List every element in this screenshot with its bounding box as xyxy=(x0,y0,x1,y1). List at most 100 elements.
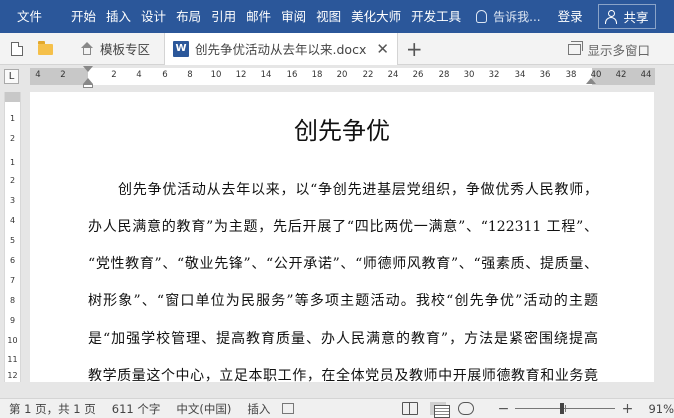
menu-review[interactable]: 审阅 xyxy=(276,0,311,33)
show-multi-window-button[interactable]: 显示多窗口 xyxy=(568,33,650,65)
ruler-number: 2 xyxy=(60,70,66,80)
ruler-number: 28 xyxy=(438,70,450,80)
ruler-number: 10 xyxy=(210,70,222,80)
multi-window-icon xyxy=(568,40,584,55)
document-tab-bar: 模板专区 W 创先争优活动从去年以来.docx ✕ + 显示多窗口 xyxy=(0,32,674,65)
vertical-ruler-number: 3 xyxy=(9,196,16,205)
word-count[interactable]: 611 个字 xyxy=(104,401,169,417)
menu-layout[interactable]: 布局 xyxy=(171,0,206,33)
vertical-ruler-number: 4 xyxy=(9,216,16,225)
ruler-number: 42 xyxy=(615,70,627,80)
paragraph-line: “党性教育”、“敬业先锋”、“公开承诺”、“师德师风教育”、“强素质、提质量、 xyxy=(88,256,598,272)
ruler-number: 16 xyxy=(286,70,298,80)
zoom-in-button[interactable]: + xyxy=(620,401,634,417)
zoom-control: − + 91% xyxy=(496,401,674,417)
ruler-number: 14 xyxy=(260,70,272,80)
vertical-ruler-number: 2 xyxy=(9,134,16,143)
vertical-ruler[interactable]: 1 2 1 2 3 4 5 6 7 8 9 10 11 12 xyxy=(4,92,21,382)
close-tab-icon[interactable]: ✕ xyxy=(376,40,389,58)
language-indicator[interactable]: 中文(中国) xyxy=(168,401,239,417)
vertical-ruler-number: 7 xyxy=(9,276,16,285)
tab-template-zone[interactable]: 模板专区 xyxy=(72,33,158,65)
ruler-number: 6 xyxy=(162,70,168,80)
ruler-number: 8 xyxy=(187,70,193,80)
page-count[interactable]: 第 1 页，共 1 页 xyxy=(0,401,104,417)
ruler-number: 36 xyxy=(539,70,551,80)
vertical-ruler-number: 1 xyxy=(9,114,16,123)
menu-home[interactable]: 开始 xyxy=(66,0,101,33)
menu-design[interactable]: 设计 xyxy=(136,0,171,33)
zoom-out-button[interactable]: − xyxy=(496,401,510,417)
ruler-number: 24 xyxy=(387,70,399,80)
ruler-number: 22 xyxy=(362,70,374,80)
word-document-icon: W xyxy=(173,40,190,57)
paragraph-line: 教学质量这个中心，立足本职工作，在全体党员及教师中开展师德教育和业务竟 xyxy=(88,368,598,382)
ruler-number: 34 xyxy=(514,70,526,80)
insert-mode-indicator[interactable]: 插入 xyxy=(239,401,278,417)
tab-document[interactable]: W 创先争优活动从去年以来.docx ✕ xyxy=(164,32,398,65)
ribbon-menu-bar: 文件 开始 插入 设计 布局 引用 邮件 审阅 视图 美化大师 开发工具 告诉我… xyxy=(0,0,674,33)
print-layout-button[interactable] xyxy=(430,402,451,418)
ruler-number: 20 xyxy=(336,70,348,80)
tab-selector[interactable]: L xyxy=(4,69,19,84)
paragraph-line: 创先争优活动从去年以来，以“争创先进基层党组织，争做优秀人民教师， xyxy=(118,182,598,198)
ruler-number: 38 xyxy=(565,70,577,80)
status-bar: 第 1 页，共 1 页 611 个字 中文(中国) 插入 − + 91% xyxy=(0,398,674,418)
multi-window-label: 显示多窗口 xyxy=(587,42,650,58)
left-indent-marker[interactable] xyxy=(83,84,93,88)
ruler-number: 18 xyxy=(311,70,323,80)
ruler-number: 2 xyxy=(111,70,117,80)
open-folder-icon[interactable] xyxy=(34,38,56,60)
tell-me-label: 告诉我... xyxy=(493,10,541,24)
top-margin-area xyxy=(5,92,20,102)
ruler-number: 4 xyxy=(136,70,142,80)
new-document-icon[interactable] xyxy=(6,38,28,60)
menu-developer[interactable]: 开发工具 xyxy=(406,0,466,33)
vertical-ruler-number: 8 xyxy=(9,296,16,305)
menu-references[interactable]: 引用 xyxy=(206,0,241,33)
menu-beautify-master[interactable]: 美化大师 xyxy=(346,0,406,33)
vertical-ruler-number: 11 xyxy=(7,355,18,364)
paragraph-line: 办人民满意的教育”为主题，先后开展了“四比两优一满意”、“122311 工程”、 xyxy=(88,219,598,235)
zoom-slider[interactable] xyxy=(515,403,616,414)
home-icon xyxy=(80,41,94,56)
web-layout-icon[interactable] xyxy=(458,402,475,415)
horizontal-ruler[interactable]: L 4 2 2 4 6 8 10 12 14 16 18 20 22 24 26… xyxy=(0,65,674,89)
menu-mailings[interactable]: 邮件 xyxy=(241,0,276,33)
lightbulb-icon xyxy=(476,10,488,23)
first-line-indent-marker[interactable] xyxy=(83,66,93,72)
ruler-number: 44 xyxy=(640,70,652,80)
vertical-ruler-number: 1 xyxy=(9,158,16,167)
vertical-ruler-number: 9 xyxy=(9,316,16,325)
share-label: 共享 xyxy=(623,10,649,25)
share-button[interactable]: 共享 xyxy=(598,4,656,29)
tell-me-search[interactable]: 告诉我... xyxy=(466,8,541,25)
vertical-ruler-number: 5 xyxy=(9,236,16,245)
ruler-number: 32 xyxy=(488,70,500,80)
ruler-number: 30 xyxy=(463,70,475,80)
login-button[interactable]: 登录 xyxy=(553,0,588,33)
tab-document-label: 创先争优活动从去年以来.docx xyxy=(195,42,367,57)
menu-insert[interactable]: 插入 xyxy=(101,0,136,33)
ruler-number: 12 xyxy=(235,70,247,80)
new-tab-button[interactable]: + xyxy=(406,37,423,61)
vertical-ruler-number: 12 xyxy=(7,371,18,380)
print-layout-icon xyxy=(434,405,451,418)
ruler-number: 26 xyxy=(412,70,424,80)
document-canvas[interactable]: 创先争优 创先争优活动从去年以来，以“争创先进基层党组织，争做优秀人民教师， 办… xyxy=(24,89,674,382)
vertical-ruler-number: 6 xyxy=(9,256,16,265)
macro-recording-icon[interactable] xyxy=(282,403,295,414)
zoom-level[interactable]: 91% xyxy=(648,402,674,416)
zoom-slider-thumb[interactable] xyxy=(560,403,565,414)
paragraph-line: 是“加强学校管理、提高教育质量、办人民满意的教育”，方法是紧密围绕提高 xyxy=(88,331,598,347)
paragraph-line: 树形象”、“窗口单位为民服务”等多项主题活动。我校“创先争优”活动的主题 xyxy=(88,293,598,309)
menu-file[interactable]: 文件 xyxy=(0,0,66,33)
document-page[interactable]: 创先争优 创先争优活动从去年以来，以“争创先进基层党组织，争做优秀人民教师， 办… xyxy=(30,92,654,382)
right-indent-marker[interactable] xyxy=(586,78,596,84)
vertical-ruler-number: 2 xyxy=(9,176,16,185)
menu-view[interactable]: 视图 xyxy=(311,0,346,33)
vertical-ruler-number: 10 xyxy=(7,336,18,345)
tab-template-zone-label: 模板专区 xyxy=(100,42,151,57)
ruler-number: 4 xyxy=(35,70,41,80)
read-mode-icon[interactable] xyxy=(402,402,419,415)
